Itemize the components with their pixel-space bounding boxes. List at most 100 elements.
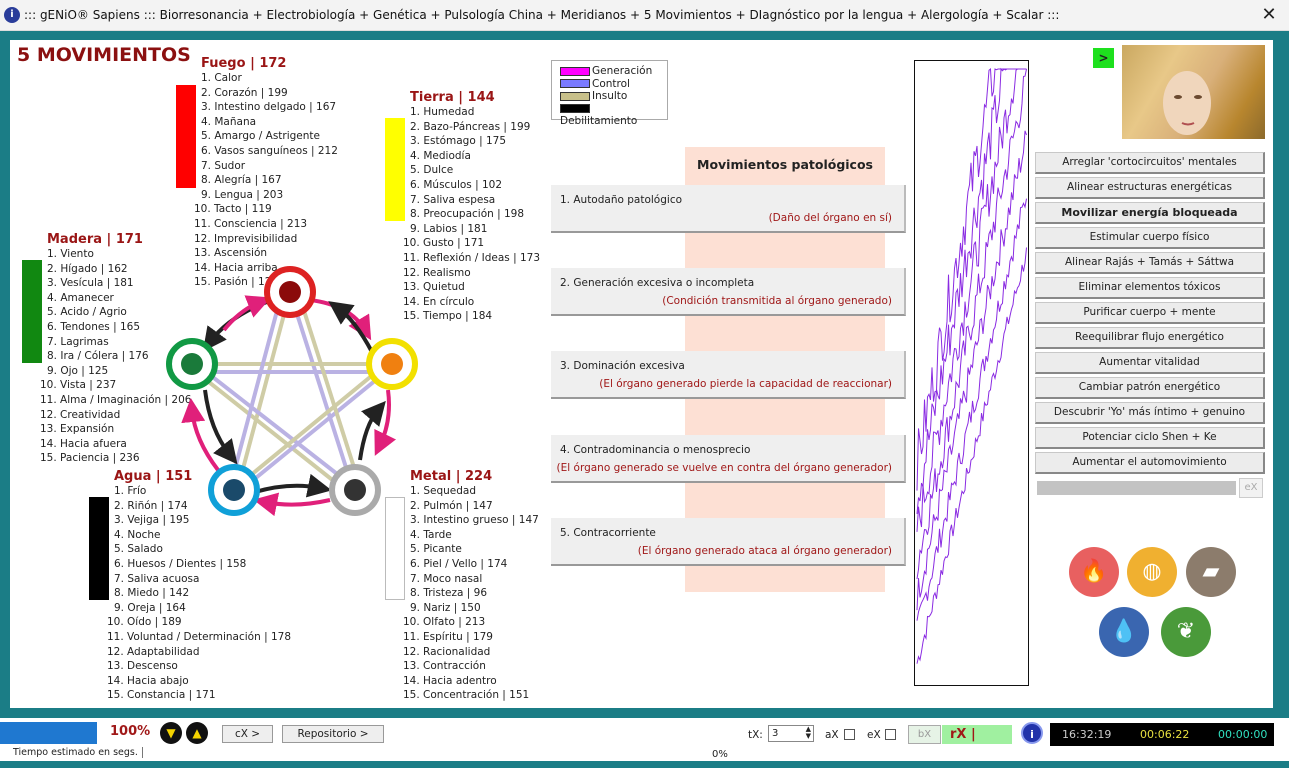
action-button[interactable]: Movilizar energía bloqueada xyxy=(1035,202,1265,224)
list-item: 10. Olfato | 213 xyxy=(403,616,486,629)
item-desc: (Condición transmitida al órgano generad… xyxy=(662,295,892,307)
action-button[interactable]: Alinear Rajás + Tamás + Sáttwa xyxy=(1035,252,1265,274)
legend-label: Control xyxy=(592,77,630,90)
madera-title: Madera | 171 xyxy=(47,232,143,247)
list-item: 4. Mañana xyxy=(201,115,257,128)
metal-node[interactable] xyxy=(329,464,381,516)
metal-element-icon[interactable]: ▰ xyxy=(1186,547,1236,597)
earth-node[interactable] xyxy=(366,338,418,390)
tierra-bar xyxy=(385,118,405,221)
list-item: 7. Saliva espesa xyxy=(410,193,496,206)
madera-bar xyxy=(22,260,42,363)
list-item: 12. Racionalidad xyxy=(403,645,491,658)
tierra-section: Tierra | 144 1. Humedad 2. Bazo-Páncreas … xyxy=(403,90,540,324)
water-element-icon[interactable]: 💧 xyxy=(1099,607,1149,657)
list-item: 1. Calor xyxy=(201,72,242,84)
action-button[interactable]: Arreglar 'cortocircuitos' mentales xyxy=(1035,152,1265,174)
portrait-image xyxy=(1122,45,1265,139)
fuego-section: Fuego | 172 1. Calor 2. Corazón | 199 3. I… xyxy=(194,56,338,290)
list-item: 12. Adaptabilidad xyxy=(107,645,200,658)
list-item: 14. Hacia abajo xyxy=(107,674,189,687)
main-progress-bar xyxy=(0,722,97,744)
spinner-arrows-icon[interactable]: ▲ ▼ xyxy=(806,726,811,740)
estimated-time-label: Tiempo estimado en segs. xyxy=(13,747,143,758)
list-item: 5. Salado xyxy=(114,543,163,556)
action-button[interactable]: Cambiar patrón energético xyxy=(1035,377,1265,399)
cx-button[interactable]: cX > xyxy=(222,725,273,743)
list-item: 6. Músculos | 102 xyxy=(410,178,503,191)
action-button[interactable]: Aumentar el automovimiento xyxy=(1035,452,1265,474)
item-name: 4. Contradominancia o menosprecio xyxy=(560,444,751,456)
list-item: 10. Tacto | 119 xyxy=(194,203,272,216)
metal-title: Metal | 224 xyxy=(410,469,493,484)
item-name: 5. Contracorriente xyxy=(560,527,656,539)
metal-section: Metal | 224 1. Sequedad 2. Pulmón | 147 3.… xyxy=(403,469,539,703)
action-button[interactable]: Alinear estructuras energéticas xyxy=(1035,177,1265,199)
action-button[interactable]: Aumentar vitalidad xyxy=(1035,352,1265,374)
wood-element-icon[interactable]: ❦ xyxy=(1161,607,1211,657)
item-desc: (El órgano generado se vuelve en contra … xyxy=(556,462,892,474)
clock-panel: 16:32:19 00:06:22 00:00:00 xyxy=(1050,723,1274,746)
wood-node[interactable] xyxy=(166,338,218,390)
list-item: 6. Piel / Vello | 174 xyxy=(410,557,508,570)
list-item: 4. Mediodía xyxy=(410,149,471,162)
pathological-item[interactable]: 3. Dominación excesiva (El órgano generad… xyxy=(551,351,906,399)
info-icon[interactable]: i xyxy=(1021,722,1043,744)
list-item: 7. Moco nasal xyxy=(410,572,483,585)
action-button[interactable]: Purificar cuerpo + mente xyxy=(1035,302,1265,324)
pathological-item[interactable]: 5. Contracorriente (El órgano generado at… xyxy=(551,518,906,566)
fire-element-icon[interactable]: 🔥 xyxy=(1069,547,1119,597)
list-item: 9. Lengua | 203 xyxy=(201,188,284,201)
legend-label: Insulto xyxy=(592,90,628,102)
pathological-item[interactable]: 2. Generación excesiva o incompleta (Cond… xyxy=(551,268,906,316)
action-button[interactable]: Descubrir 'Yo' más íntimo + genuino xyxy=(1035,402,1265,424)
action-button[interactable]: Potenciar ciclo Shen + Ke xyxy=(1035,427,1265,449)
action-button[interactable]: Eliminar elementos tóxicos xyxy=(1035,277,1265,299)
ax-checkbox[interactable] xyxy=(844,729,855,740)
bx-button[interactable]: bX xyxy=(908,725,941,744)
arrow-down-button[interactable]: ▼ xyxy=(160,722,182,744)
pathological-item[interactable]: 4. Contradominancia o menosprecio (El órg… xyxy=(551,435,906,483)
ex-checkbox[interactable] xyxy=(885,729,896,740)
metal-list: 1. Sequedad 2. Pulmón | 147 3. Intestino g… xyxy=(403,484,539,703)
close-button[interactable]: ✕ xyxy=(1258,4,1280,26)
list-item: 14. En círculo xyxy=(403,295,475,308)
list-item: 13. Contracción xyxy=(403,660,486,673)
fuego-bar xyxy=(176,85,196,188)
list-item: 3. Estómago | 175 xyxy=(410,135,507,148)
water-node[interactable] xyxy=(208,464,260,516)
tx-spinner[interactable]: 3 ▲ ▼ xyxy=(768,725,814,742)
list-item: 13. Quietud xyxy=(403,281,465,294)
page-title: 5 MOVIMIENTOS xyxy=(17,44,191,66)
repositorio-button[interactable]: Repositorio > xyxy=(282,725,384,743)
signal-graph xyxy=(914,60,1029,686)
go-button[interactable]: > xyxy=(1093,48,1114,68)
pathological-item[interactable]: 1. Autodaño patológico (Daño del órgano e… xyxy=(551,185,906,233)
agua-bar xyxy=(89,497,109,600)
rx-button[interactable]: rX | xyxy=(942,725,1012,744)
list-item: 7. Sudor xyxy=(201,159,246,172)
item-name: 1. Autodaño patológico xyxy=(560,194,683,206)
ex-button[interactable]: eX xyxy=(1239,478,1263,498)
legend-label: Debilitamiento xyxy=(560,115,638,127)
list-item: 4. Noche xyxy=(114,528,161,541)
action-button[interactable]: Reequilibrar flujo energético xyxy=(1035,327,1265,349)
list-item: 12. Imprevisibilidad xyxy=(194,232,298,245)
item-name: 3. Dominación excesiva xyxy=(560,360,685,372)
legend-swatch xyxy=(560,79,590,88)
action-button[interactable]: Estimular cuerpo físico xyxy=(1035,227,1265,249)
list-item: 7. Saliva acuosa xyxy=(114,572,200,585)
list-item: 11. Espíritu | 179 xyxy=(403,630,493,643)
signal-trace xyxy=(916,67,1027,514)
list-item: 1. Humedad xyxy=(410,106,475,118)
signal-trace xyxy=(916,68,1027,579)
pathological-title: Movimientos patológicos xyxy=(697,157,873,172)
remaining-time: 00:00:00 xyxy=(1218,728,1268,741)
tierra-title: Tierra | 144 xyxy=(410,90,495,105)
current-time: 16:32:19 xyxy=(1062,728,1112,741)
list-item: 3. Intestino delgado | 167 xyxy=(201,101,337,114)
fire-node[interactable] xyxy=(264,266,316,318)
earth-element-icon[interactable]: ◍ xyxy=(1127,547,1177,597)
ax-label: aX xyxy=(825,729,839,741)
arrow-up-button[interactable]: ▲ xyxy=(186,722,208,744)
